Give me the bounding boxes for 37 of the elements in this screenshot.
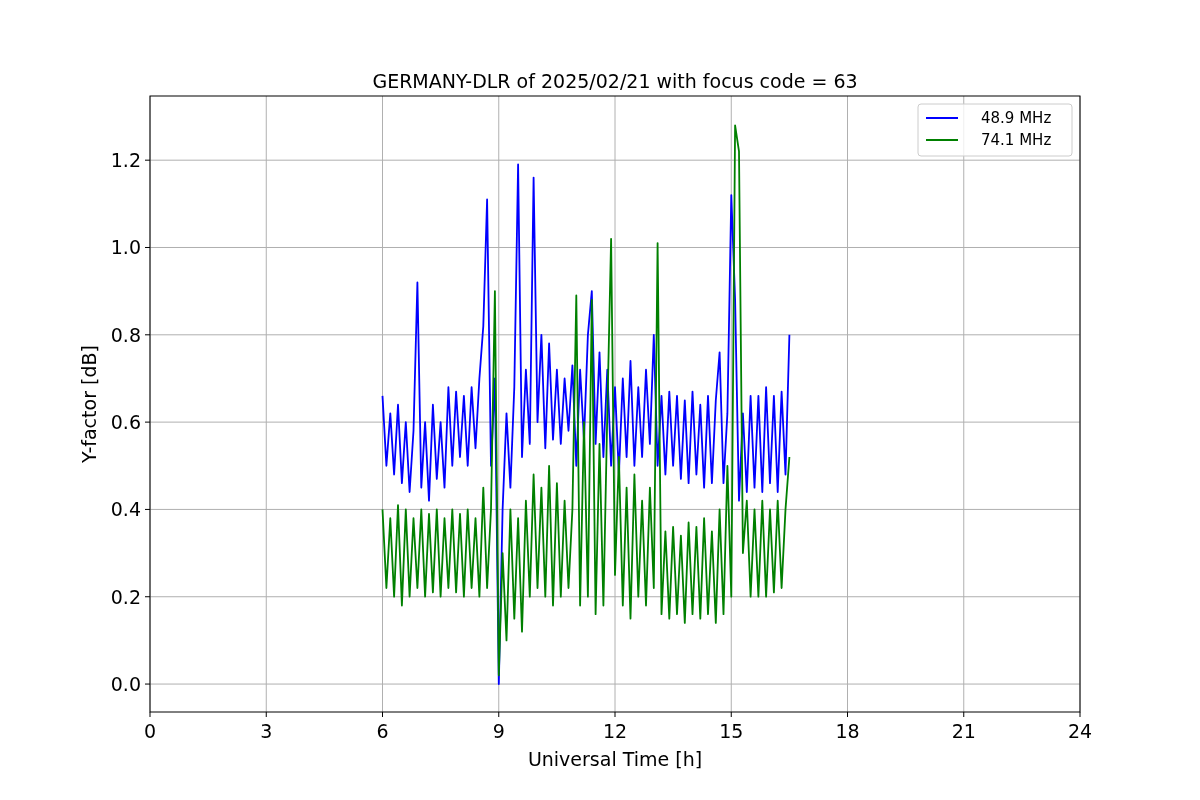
y-tick-label: 0.2 (110, 585, 141, 608)
tick-mark (498, 711, 500, 718)
x-tick-label: 3 (260, 720, 273, 742)
tick-mark (1079, 711, 1081, 718)
tick-mark (144, 334, 151, 336)
tick-mark (730, 711, 732, 718)
y-tick-label: 0.0 (110, 673, 141, 696)
y-tick-label: 0.6 (110, 411, 141, 434)
tick-mark (144, 247, 151, 248)
tick-mark (144, 683, 151, 685)
tick-mark (144, 596, 151, 598)
legend-label: 74.1 MHz (981, 131, 1052, 149)
x-tick-label: 6 (376, 720, 389, 742)
y-tick-label: 1.0 (110, 236, 141, 259)
tick-mark (265, 711, 267, 718)
chart-title: GERMANY-DLR of 2025/02/21 with focus code = 63 (372, 70, 858, 92)
y-axis-label: Y-factor [dB] (78, 345, 100, 463)
tick-mark (614, 711, 616, 718)
x-tick-label: 18 (835, 720, 860, 742)
legend-label: 48.9 MHz (981, 109, 1052, 127)
tick-mark (963, 711, 965, 718)
x-tick-label: 12 (602, 720, 628, 742)
tick-mark (847, 711, 848, 718)
x-axis-label: Universal Time [h] (527, 748, 703, 770)
x-tick-label: 15 (719, 720, 744, 742)
y-tick-label: 0.8 (110, 323, 141, 346)
x-tick-label: 21 (951, 720, 976, 742)
tick-mark (144, 508, 151, 510)
x-tick-label: 0 (143, 720, 157, 742)
x-tick-label: 9 (492, 720, 505, 742)
y-tick-label: 1.2 (110, 149, 141, 172)
tick-mark (144, 421, 151, 423)
x-tick-label: 24 (1067, 720, 1093, 742)
tick-mark (382, 711, 383, 718)
y-tick-label: 0.4 (110, 498, 141, 521)
tick-mark (149, 711, 151, 718)
tick-mark (144, 159, 151, 161)
